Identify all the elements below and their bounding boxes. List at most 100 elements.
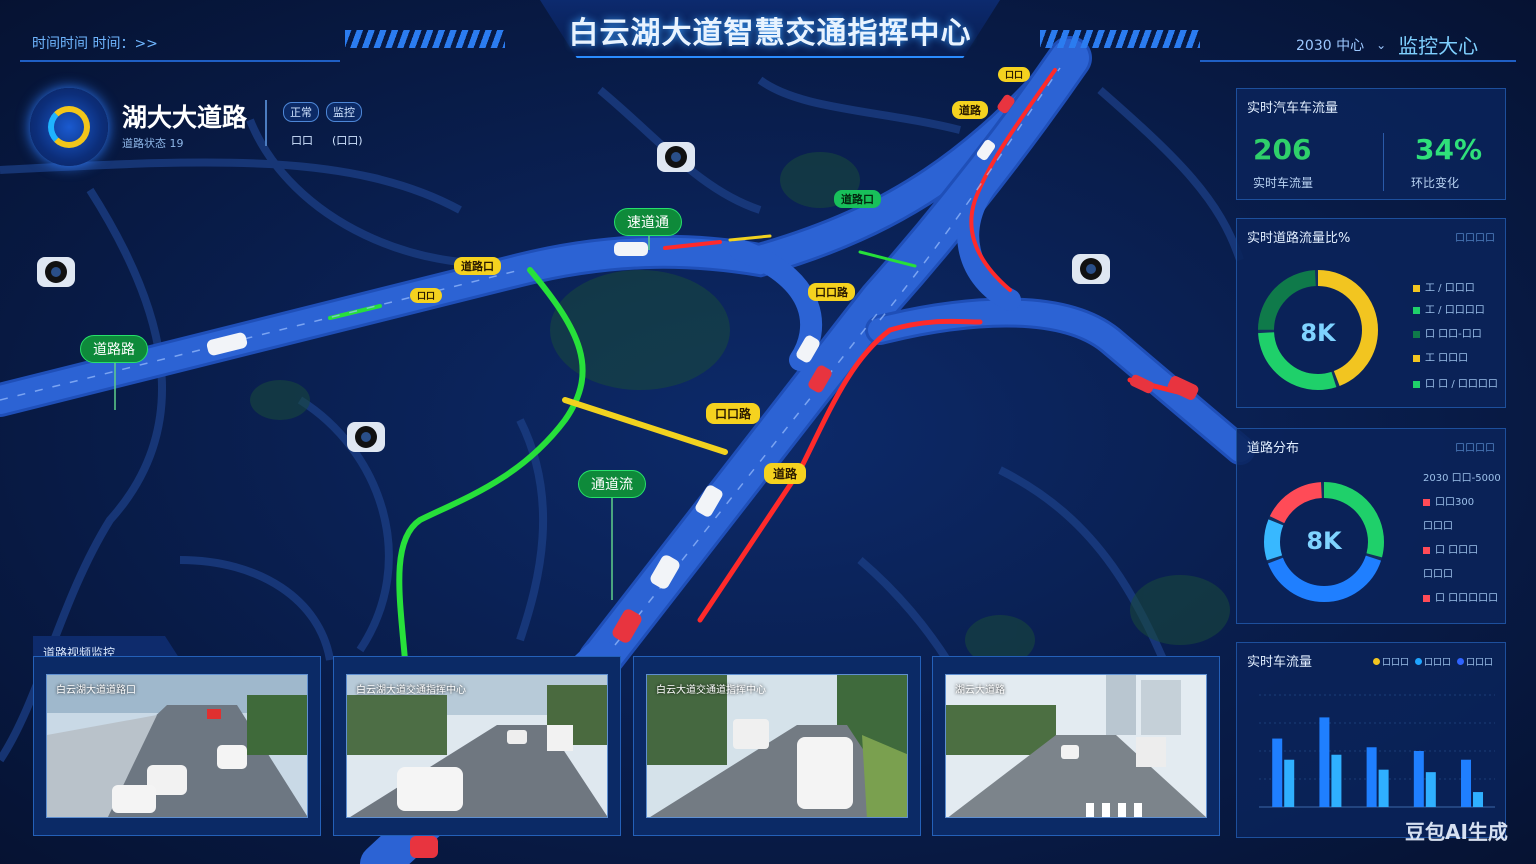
legend-item: 口口口	[1414, 655, 1451, 668]
video-caption: 白云大道交通道指挥中心	[656, 685, 766, 696]
camera-icon[interactable]	[345, 420, 387, 456]
street-scene	[347, 675, 607, 817]
map-tag[interactable]: 口口	[998, 67, 1031, 82]
legend-item: 口 口口口	[1423, 541, 1478, 556]
map-tag[interactable]: 道路口	[834, 190, 881, 208]
legend-label: 口口300	[1435, 497, 1475, 508]
watermark: 豆包AI生成	[1405, 820, 1508, 844]
bar	[1461, 759, 1472, 807]
road-badge-status[interactable]: 正常	[283, 102, 319, 122]
legend-label: 工 口口口	[1425, 353, 1469, 364]
map-label[interactable]: 道路路	[80, 335, 148, 363]
map-tag[interactable]: 道路口	[454, 257, 501, 275]
video-caption: 白云湖大道交通指挥中心	[356, 685, 466, 696]
legend-swatch	[1413, 284, 1420, 292]
bar	[1319, 717, 1330, 807]
bar	[1366, 747, 1377, 807]
header-line-left	[20, 60, 340, 62]
legend-item: 工 口口口	[1413, 349, 1468, 364]
logo-ring-icon	[48, 106, 90, 148]
header-stripes-right	[1040, 30, 1200, 48]
bar	[1413, 751, 1424, 807]
legend-label: 口 口口口	[1435, 545, 1479, 556]
legend-swatch	[1372, 658, 1380, 665]
legend-item: 工 / 口口口	[1413, 279, 1475, 294]
legend-swatch	[1414, 658, 1422, 665]
legend-label: 口口口	[1423, 658, 1451, 668]
bar-legend: 口口口 口口口 口口口	[1372, 655, 1493, 668]
legend-item: 口口口	[1423, 517, 1453, 532]
header: 白云湖大道智慧交通指挥中心 时间时间 时间：>> 2030 中心 ⌄ 监控大心	[0, 0, 1536, 70]
camera-feed[interactable]: 湖云大道路	[932, 656, 1220, 836]
road-logo	[30, 88, 108, 166]
panel-subtitle[interactable]: 口口口口	[1455, 439, 1495, 454]
road-name: 湖大大道路	[122, 103, 248, 132]
bar	[1378, 769, 1389, 807]
map-tag[interactable]: 口口路	[808, 283, 855, 301]
street-scene	[946, 675, 1206, 817]
legend-swatch	[1423, 498, 1430, 506]
flow-bar-panel: 实时车流量 口口口 口口口 口口口	[1236, 642, 1506, 838]
road-badge-extra-2[interactable]: (口口)	[326, 131, 369, 149]
vehicle-count-caption: 实时车流量	[1253, 176, 1314, 190]
realtime-flow-panel: 实时汽车车流量 206 实时车流量 34% 环比变化	[1236, 88, 1506, 200]
camera-feed[interactable]: 白云湖大道交通指挥中心	[333, 656, 621, 836]
map-tag[interactable]: 道路	[764, 463, 807, 484]
donut-center-value: 8K	[1300, 319, 1336, 347]
panel-title: 实时汽车车流量	[1247, 101, 1339, 116]
panel-title: 实时车流量	[1247, 655, 1313, 670]
legend-item: 工 / 口口口口	[1413, 301, 1485, 316]
legend-label: 口口口	[1381, 658, 1409, 668]
legend-item: 2030 口口-5000	[1423, 469, 1501, 484]
video-caption: 白云湖大道道路口	[56, 685, 136, 696]
bar	[1272, 738, 1283, 807]
donut-center-value: 8K	[1306, 527, 1342, 555]
bar	[1284, 759, 1295, 807]
page-title: 白云湖大道智慧交通指挥中心	[568, 16, 972, 51]
road-ratio-panel: 实时道路流量比% 口口口口 8K 工 / 口口口 工 / 口口口口 口 口口-口…	[1236, 218, 1506, 408]
camera-icon[interactable]	[1070, 252, 1112, 288]
user-menu[interactable]: 2030 中心	[1296, 35, 1364, 55]
road-distribution-panel: 道路分布 口口口口 8K 2030 口口-5000 口口300 口口口 口 口口…	[1236, 428, 1506, 624]
street-scene	[47, 675, 307, 817]
legend-item: 口口口	[1423, 565, 1453, 580]
camera-icon[interactable]	[655, 140, 697, 176]
road-divider	[265, 100, 267, 146]
legend-label: 口 口 / 口口口口	[1425, 379, 1498, 390]
change-percent-caption: 环比变化	[1411, 176, 1460, 190]
map-tag[interactable]: 口口路	[706, 403, 761, 424]
legend-swatch	[1413, 380, 1420, 388]
legend-swatch	[1456, 658, 1464, 665]
legend-label: 口 口口-口口	[1425, 329, 1482, 340]
map-label[interactable]: 通道流	[578, 470, 646, 498]
legend-swatch	[1423, 546, 1430, 554]
map-tag[interactable]: 口口	[410, 288, 443, 303]
change-percent: 34%	[1415, 133, 1483, 166]
bar	[1473, 792, 1484, 807]
camera-feed[interactable]: 白云湖大道道路口	[33, 656, 321, 836]
header-line-right	[1200, 60, 1516, 62]
map-tag[interactable]: 道路	[952, 101, 988, 119]
legend-swatch	[1413, 306, 1420, 314]
map-label[interactable]: 速道通	[614, 208, 682, 236]
legend-item: 口 口口口口口	[1423, 589, 1498, 604]
legend-label: 口 口口口口口	[1435, 593, 1499, 604]
video-caption: 湖云大道路	[955, 685, 1005, 696]
bar-chart	[1259, 694, 1495, 808]
panel-divider	[1383, 133, 1384, 191]
chevron-down-icon[interactable]: ⌄	[1376, 38, 1386, 52]
road-subtitle: 道路状态 19	[122, 137, 184, 150]
bar	[1331, 754, 1342, 807]
camera-feed[interactable]: 白云大道交通道指挥中心	[633, 656, 921, 836]
monitor-title: 监控大心	[1398, 34, 1479, 58]
legend-swatch	[1413, 330, 1420, 338]
datetime-display: 时间时间 时间：>>	[32, 36, 158, 52]
vehicle-count: 206	[1253, 133, 1312, 166]
road-badge-extra[interactable]: 口口	[285, 131, 319, 149]
road-badge-monitor[interactable]: 监控	[326, 102, 362, 122]
panel-title: 实时道路流量比%	[1247, 231, 1351, 246]
camera-icon[interactable]	[35, 255, 77, 291]
panel-subtitle[interactable]: 口口口口	[1455, 229, 1495, 244]
legend-item: 口口口	[1372, 655, 1409, 668]
legend-label: 工 / 口口口口	[1425, 305, 1485, 316]
